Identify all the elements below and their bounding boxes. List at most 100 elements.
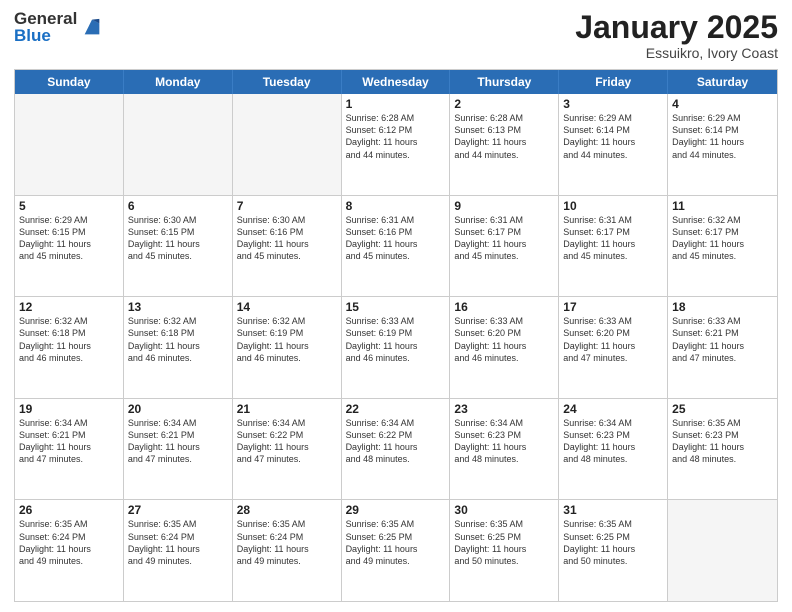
day-number: 27	[128, 503, 228, 517]
calendar-cell	[124, 94, 233, 195]
calendar-cell: 8Sunrise: 6:31 AM Sunset: 6:16 PM Daylig…	[342, 196, 451, 297]
calendar-cell: 12Sunrise: 6:32 AM Sunset: 6:18 PM Dayli…	[15, 297, 124, 398]
day-number: 15	[346, 300, 446, 314]
title-block: January 2025 Essuikro, Ivory Coast	[575, 10, 778, 61]
day-info: Sunrise: 6:32 AM Sunset: 6:17 PM Dayligh…	[672, 214, 773, 263]
calendar-cell: 9Sunrise: 6:31 AM Sunset: 6:17 PM Daylig…	[450, 196, 559, 297]
day-number: 7	[237, 199, 337, 213]
calendar-cell: 5Sunrise: 6:29 AM Sunset: 6:15 PM Daylig…	[15, 196, 124, 297]
calendar-cell: 21Sunrise: 6:34 AM Sunset: 6:22 PM Dayli…	[233, 399, 342, 500]
calendar-cell: 27Sunrise: 6:35 AM Sunset: 6:24 PM Dayli…	[124, 500, 233, 601]
calendar-cell: 24Sunrise: 6:34 AM Sunset: 6:23 PM Dayli…	[559, 399, 668, 500]
page: General Blue January 2025 Essuikro, Ivor…	[0, 0, 792, 612]
calendar-cell: 4Sunrise: 6:29 AM Sunset: 6:14 PM Daylig…	[668, 94, 777, 195]
calendar-cell: 18Sunrise: 6:33 AM Sunset: 6:21 PM Dayli…	[668, 297, 777, 398]
day-info: Sunrise: 6:34 AM Sunset: 6:22 PM Dayligh…	[237, 417, 337, 466]
logo-icon	[81, 16, 103, 38]
day-number: 1	[346, 97, 446, 111]
day-info: Sunrise: 6:34 AM Sunset: 6:21 PM Dayligh…	[19, 417, 119, 466]
calendar-cell: 7Sunrise: 6:30 AM Sunset: 6:16 PM Daylig…	[233, 196, 342, 297]
day-info: Sunrise: 6:29 AM Sunset: 6:14 PM Dayligh…	[563, 112, 663, 161]
day-info: Sunrise: 6:35 AM Sunset: 6:23 PM Dayligh…	[672, 417, 773, 466]
day-number: 31	[563, 503, 663, 517]
day-number: 6	[128, 199, 228, 213]
day-info: Sunrise: 6:32 AM Sunset: 6:19 PM Dayligh…	[237, 315, 337, 364]
day-number: 8	[346, 199, 446, 213]
calendar-cell: 3Sunrise: 6:29 AM Sunset: 6:14 PM Daylig…	[559, 94, 668, 195]
day-number: 21	[237, 402, 337, 416]
day-info: Sunrise: 6:30 AM Sunset: 6:15 PM Dayligh…	[128, 214, 228, 263]
day-number: 28	[237, 503, 337, 517]
calendar-row: 5Sunrise: 6:29 AM Sunset: 6:15 PM Daylig…	[15, 195, 777, 297]
day-number: 12	[19, 300, 119, 314]
day-info: Sunrise: 6:30 AM Sunset: 6:16 PM Dayligh…	[237, 214, 337, 263]
day-number: 23	[454, 402, 554, 416]
day-info: Sunrise: 6:32 AM Sunset: 6:18 PM Dayligh…	[19, 315, 119, 364]
calendar-cell: 26Sunrise: 6:35 AM Sunset: 6:24 PM Dayli…	[15, 500, 124, 601]
day-info: Sunrise: 6:35 AM Sunset: 6:24 PM Dayligh…	[128, 518, 228, 567]
calendar-cell	[668, 500, 777, 601]
day-info: Sunrise: 6:29 AM Sunset: 6:15 PM Dayligh…	[19, 214, 119, 263]
calendar-cell: 1Sunrise: 6:28 AM Sunset: 6:12 PM Daylig…	[342, 94, 451, 195]
calendar-row: 26Sunrise: 6:35 AM Sunset: 6:24 PM Dayli…	[15, 499, 777, 601]
day-info: Sunrise: 6:28 AM Sunset: 6:13 PM Dayligh…	[454, 112, 554, 161]
calendar-row: 12Sunrise: 6:32 AM Sunset: 6:18 PM Dayli…	[15, 296, 777, 398]
day-number: 5	[19, 199, 119, 213]
calendar-cell	[15, 94, 124, 195]
calendar-cell: 28Sunrise: 6:35 AM Sunset: 6:24 PM Dayli…	[233, 500, 342, 601]
cal-header-cell: Wednesday	[342, 70, 451, 94]
calendar: SundayMondayTuesdayWednesdayThursdayFrid…	[14, 69, 778, 602]
day-number: 10	[563, 199, 663, 213]
calendar-row: 19Sunrise: 6:34 AM Sunset: 6:21 PM Dayli…	[15, 398, 777, 500]
calendar-cell: 6Sunrise: 6:30 AM Sunset: 6:15 PM Daylig…	[124, 196, 233, 297]
day-info: Sunrise: 6:34 AM Sunset: 6:21 PM Dayligh…	[128, 417, 228, 466]
day-number: 4	[672, 97, 773, 111]
calendar-cell: 19Sunrise: 6:34 AM Sunset: 6:21 PM Dayli…	[15, 399, 124, 500]
day-info: Sunrise: 6:32 AM Sunset: 6:18 PM Dayligh…	[128, 315, 228, 364]
logo-general: General	[14, 10, 77, 27]
day-info: Sunrise: 6:33 AM Sunset: 6:21 PM Dayligh…	[672, 315, 773, 364]
calendar-row: 1Sunrise: 6:28 AM Sunset: 6:12 PM Daylig…	[15, 94, 777, 195]
cal-header-cell: Tuesday	[233, 70, 342, 94]
calendar-cell: 11Sunrise: 6:32 AM Sunset: 6:17 PM Dayli…	[668, 196, 777, 297]
calendar-cell: 30Sunrise: 6:35 AM Sunset: 6:25 PM Dayli…	[450, 500, 559, 601]
day-info: Sunrise: 6:31 AM Sunset: 6:17 PM Dayligh…	[454, 214, 554, 263]
calendar-cell: 2Sunrise: 6:28 AM Sunset: 6:13 PM Daylig…	[450, 94, 559, 195]
day-info: Sunrise: 6:31 AM Sunset: 6:16 PM Dayligh…	[346, 214, 446, 263]
day-info: Sunrise: 6:34 AM Sunset: 6:23 PM Dayligh…	[454, 417, 554, 466]
calendar-cell: 17Sunrise: 6:33 AM Sunset: 6:20 PM Dayli…	[559, 297, 668, 398]
calendar-cell: 14Sunrise: 6:32 AM Sunset: 6:19 PM Dayli…	[233, 297, 342, 398]
day-info: Sunrise: 6:28 AM Sunset: 6:12 PM Dayligh…	[346, 112, 446, 161]
calendar-cell	[233, 94, 342, 195]
day-number: 24	[563, 402, 663, 416]
cal-header-cell: Thursday	[450, 70, 559, 94]
day-number: 26	[19, 503, 119, 517]
day-info: Sunrise: 6:35 AM Sunset: 6:24 PM Dayligh…	[19, 518, 119, 567]
day-number: 13	[128, 300, 228, 314]
day-number: 25	[672, 402, 773, 416]
day-number: 22	[346, 402, 446, 416]
day-number: 11	[672, 199, 773, 213]
day-info: Sunrise: 6:33 AM Sunset: 6:19 PM Dayligh…	[346, 315, 446, 364]
day-info: Sunrise: 6:35 AM Sunset: 6:25 PM Dayligh…	[454, 518, 554, 567]
calendar-cell: 23Sunrise: 6:34 AM Sunset: 6:23 PM Dayli…	[450, 399, 559, 500]
day-info: Sunrise: 6:35 AM Sunset: 6:24 PM Dayligh…	[237, 518, 337, 567]
location-subtitle: Essuikro, Ivory Coast	[575, 45, 778, 61]
day-info: Sunrise: 6:33 AM Sunset: 6:20 PM Dayligh…	[563, 315, 663, 364]
day-number: 19	[19, 402, 119, 416]
calendar-cell: 29Sunrise: 6:35 AM Sunset: 6:25 PM Dayli…	[342, 500, 451, 601]
cal-header-cell: Saturday	[668, 70, 777, 94]
logo-blue: Blue	[14, 27, 77, 44]
day-info: Sunrise: 6:31 AM Sunset: 6:17 PM Dayligh…	[563, 214, 663, 263]
cal-header-cell: Sunday	[15, 70, 124, 94]
logo: General Blue	[14, 10, 103, 44]
day-info: Sunrise: 6:29 AM Sunset: 6:14 PM Dayligh…	[672, 112, 773, 161]
day-number: 2	[454, 97, 554, 111]
calendar-body: 1Sunrise: 6:28 AM Sunset: 6:12 PM Daylig…	[15, 94, 777, 601]
calendar-cell: 25Sunrise: 6:35 AM Sunset: 6:23 PM Dayli…	[668, 399, 777, 500]
calendar-cell: 13Sunrise: 6:32 AM Sunset: 6:18 PM Dayli…	[124, 297, 233, 398]
calendar-cell: 15Sunrise: 6:33 AM Sunset: 6:19 PM Dayli…	[342, 297, 451, 398]
day-number: 14	[237, 300, 337, 314]
month-title: January 2025	[575, 10, 778, 45]
day-number: 3	[563, 97, 663, 111]
